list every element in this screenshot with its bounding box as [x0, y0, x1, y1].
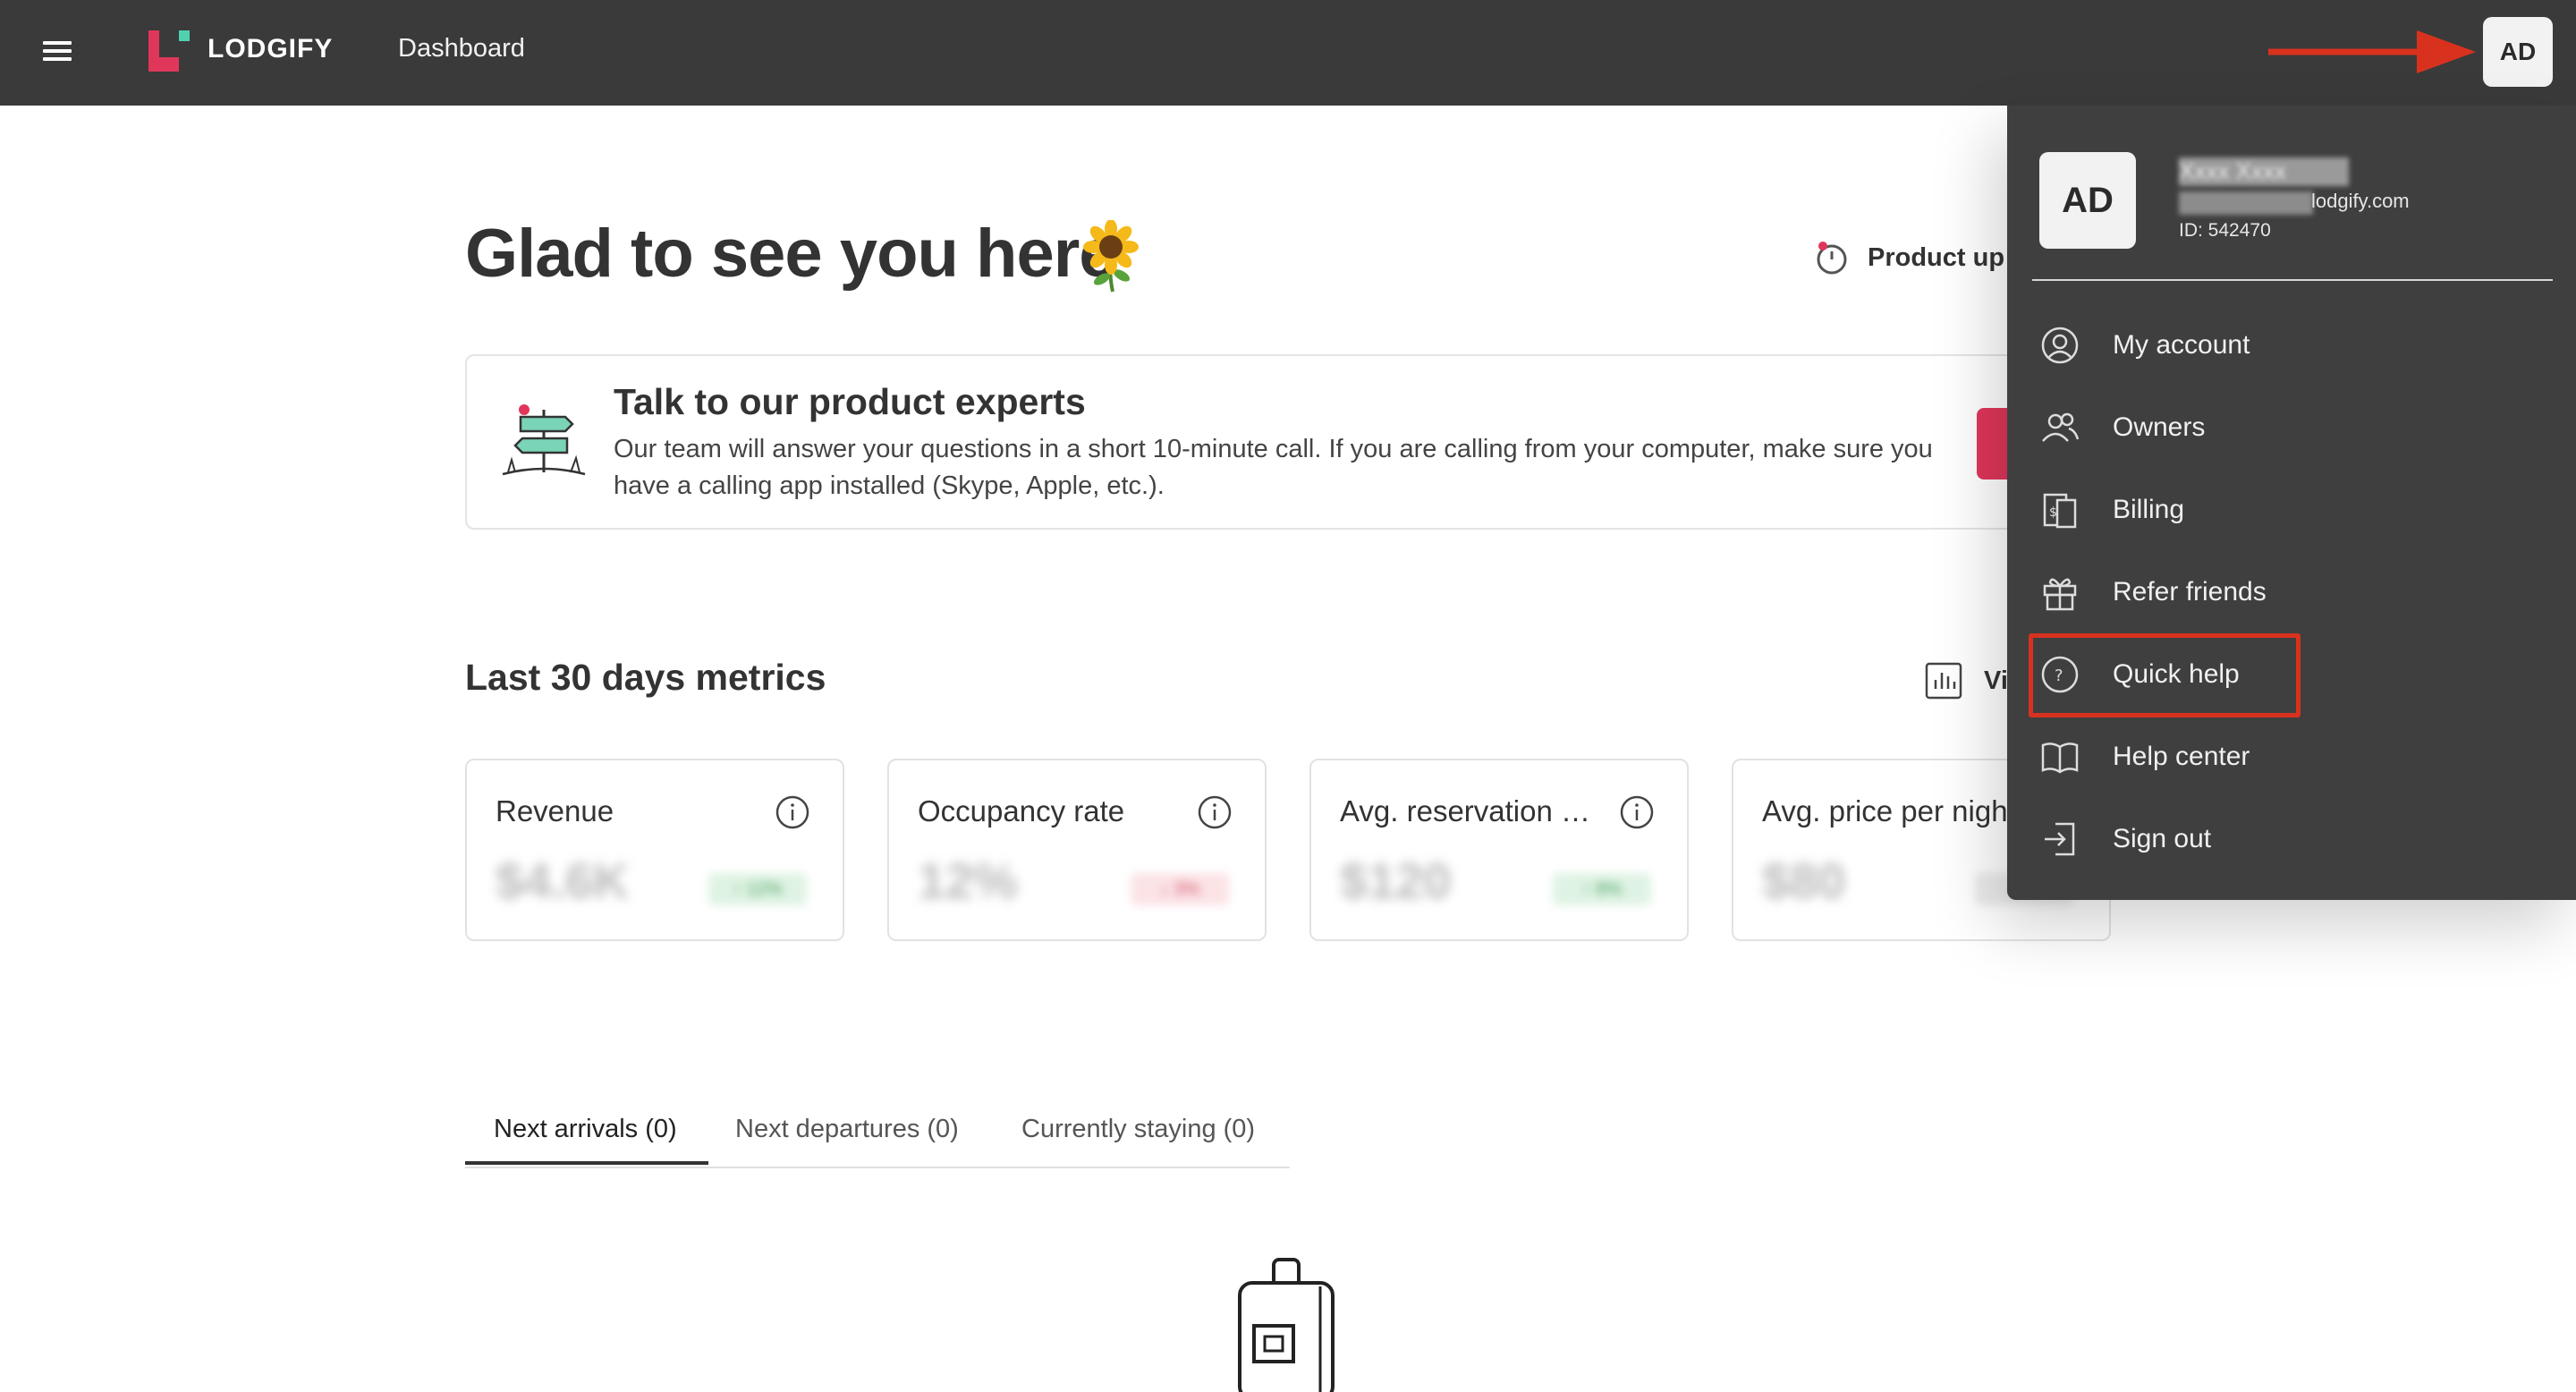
menu-item-my-account[interactable]: My account — [2029, 313, 2529, 378]
users-icon — [2042, 412, 2080, 442]
billing-icon: $ — [2043, 493, 2077, 529]
active-tab-indicator — [465, 1161, 708, 1165]
expert-card-body: Our team will answer your questions in a… — [614, 435, 1933, 500]
user-id: ID: 542470 — [2179, 220, 2271, 241]
metric-label: Avg. price per nigh — [1762, 794, 2008, 828]
dropdown-avatar: AD — [2039, 152, 2136, 249]
menu-item-help-center[interactable]: Help center — [2029, 725, 2529, 789]
expert-card-title: Talk to our product experts — [614, 381, 1086, 422]
menu-item-label: Help center — [2113, 742, 2250, 771]
tab-next-departures[interactable]: Next departures (0) — [735, 1115, 959, 1144]
metric-label: Occupancy rate — [918, 794, 1125, 828]
metric-delta-badge: ↑ 12% — [708, 873, 807, 905]
page-title-nav: Dashboard — [398, 34, 525, 63]
suitcase-illustration-icon — [1238, 1258, 1335, 1392]
bar-chart-icon — [1925, 662, 1962, 700]
menu-item-refer-friends[interactable]: Refer friends — [2029, 560, 2529, 624]
menu-item-label: Sign out — [2113, 824, 2212, 853]
svg-text:$: $ — [2049, 505, 2057, 520]
user-name-redacted: Xxxx Xxxx — [2179, 157, 2349, 186]
metric-delta-badge: ↓ 3% — [1131, 873, 1229, 905]
menu-item-sign-out[interactable]: Sign out — [2029, 807, 2529, 871]
metrics-section-title: Last 30 days metrics — [465, 657, 826, 698]
metric-value: $120 — [1340, 853, 1452, 909]
menu-item-label: My account — [2113, 330, 2250, 360]
metric-card-avg-reservation: Avg. reservation … $120 ↑ 8% — [1309, 759, 1689, 941]
metric-label: Revenue — [496, 794, 614, 828]
menu-item-label: Refer friends — [2113, 577, 2267, 607]
metric-delta-badge: ↑ 8% — [1553, 873, 1651, 905]
metric-card-occupancy: Occupancy rate 12% ↓ 3% — [887, 759, 1267, 941]
metric-value: $80 — [1762, 853, 1846, 909]
info-icon[interactable] — [1619, 794, 1655, 830]
info-icon[interactable] — [1197, 794, 1233, 830]
annotation-arrow-icon — [2268, 30, 2476, 73]
user-circle-icon — [2041, 327, 2079, 364]
gift-icon — [2043, 578, 2077, 611]
menu-item-billing[interactable]: $ Billing — [2029, 478, 2529, 542]
top-navigation-bar: LODGIFY Dashboard AD — [0, 0, 2576, 106]
user-email: lodgify.com — [2311, 190, 2410, 212]
tab-next-arrivals[interactable]: Next arrivals (0) — [494, 1115, 677, 1144]
signpost-illustration-icon — [502, 404, 586, 476]
page-title: Glad to see you here — [465, 216, 1117, 292]
tab-currently-staying[interactable]: Currently staying (0) — [1021, 1115, 1255, 1144]
user-avatar-button[interactable]: AD — [2483, 17, 2553, 87]
lodgify-logo-icon[interactable] — [148, 30, 190, 72]
quick-help-highlight-annotation — [2029, 633, 2301, 717]
view-report-link[interactable]: Vi — [1925, 662, 2008, 700]
info-icon[interactable] — [775, 794, 810, 830]
dropdown-divider — [2032, 279, 2553, 281]
metric-label: Avg. reservation … — [1340, 794, 1591, 828]
metric-card-revenue: Revenue $4.6K ↑ 12% — [465, 759, 844, 941]
metric-value: 12% — [918, 853, 1019, 909]
menu-item-label: Billing — [2113, 495, 2185, 524]
stopwatch-icon — [1817, 242, 1847, 275]
hamburger-menu-icon[interactable] — [43, 41, 72, 64]
menu-item-label: Owners — [2113, 412, 2206, 442]
menu-item-owners[interactable]: Owners — [2029, 395, 2529, 460]
product-updates-label: Product up — [1868, 242, 2005, 272]
reservations-tabs: Next arrivals (0) Next departures (0) Cu… — [465, 1102, 1290, 1168]
book-icon — [2041, 743, 2079, 774]
view-report-label: Vi — [1984, 666, 2008, 695]
product-updates-link[interactable]: Product up — [1814, 240, 2004, 276]
email-redacted — [2179, 191, 2313, 215]
brand-name: LODGIFY — [208, 34, 334, 64]
sunflower-icon — [1083, 220, 1139, 293]
sign-out-icon — [2045, 822, 2075, 856]
metric-value: $4.6K — [496, 853, 630, 909]
user-dropdown-menu: AD Xxxx Xxxx lodgify.com ID: 542470 My a… — [2007, 106, 2576, 900]
